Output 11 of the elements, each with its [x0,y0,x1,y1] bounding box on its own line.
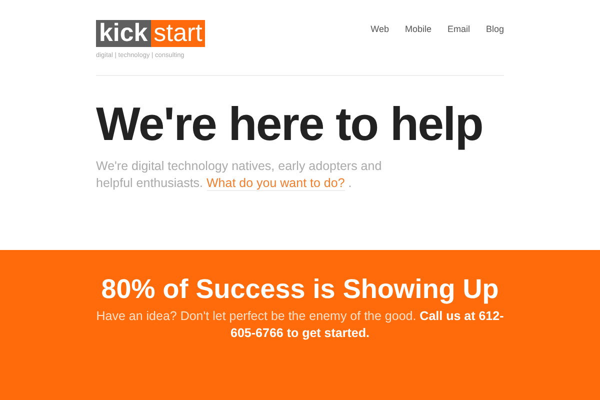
logo[interactable]: kick start [96,20,206,47]
logo-text: start [150,20,206,47]
nav-link[interactable]: Mobile [404,23,432,36]
nav-link[interactable]: Email [447,23,470,36]
banner-text: Have an idea? Don't let perfect be the enemy of the good. Call us at 612-605-6766 to get started. [95,308,505,342]
banner-title: 80% of Success is Showing Up [101,273,499,306]
nav-link[interactable]: Web [370,23,389,36]
nav-link[interactable]: Blog [486,23,504,36]
intro-paragraph: We're digital technology natives, early adopters and helpful enthusiasts. What do you want to do? . [96,158,383,192]
logo-text: kick [96,20,151,47]
headline: We're here to help [96,96,484,152]
